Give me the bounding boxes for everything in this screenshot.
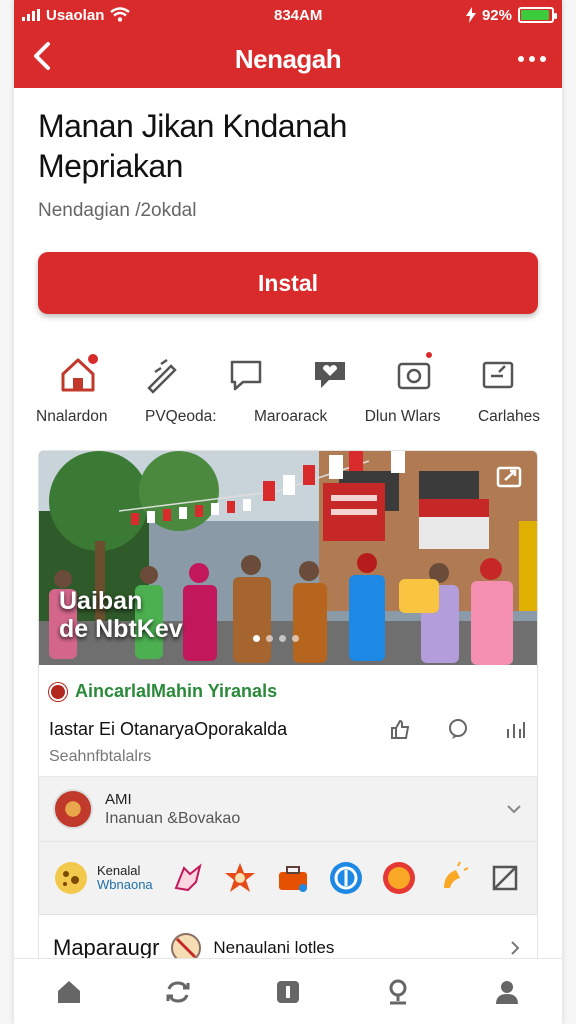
carousel-dots[interactable] (253, 635, 299, 642)
home-tab-icon[interactable] (54, 977, 84, 1007)
footer-text: Nenaulani lotles (213, 938, 335, 957)
carousel-dot[interactable] (253, 635, 260, 642)
carousel-dot[interactable] (279, 635, 286, 642)
back-arrow-icon (34, 42, 50, 70)
source-logo-icon (49, 682, 67, 701)
expand-icon[interactable] (495, 463, 523, 491)
app-subtitle: Nendagian /2okdal (38, 200, 197, 221)
action-label-heart: Dlun Wlars (364, 408, 441, 425)
action-label-home: Nnalardon (36, 408, 108, 425)
status-left: Usaolan (22, 6, 131, 24)
hero-caption: Uaiban de NbtKev (59, 587, 183, 643)
status-time: 834AM (273, 6, 323, 24)
share-icon[interactable] (505, 718, 527, 740)
chevron-right-icon[interactable] (507, 940, 523, 956)
page-title: Nenagah (234, 43, 342, 74)
gold-circle-icon[interactable] (381, 860, 417, 896)
action-chat[interactable] (204, 354, 288, 396)
app-screen: Usaolan 834AM 92% Nenagah Manan Jikan Kn… (14, 0, 562, 1024)
chevron-down-icon[interactable] (505, 800, 523, 818)
tool-first[interactable]: Kenalal Wbnaona (53, 860, 153, 896)
comment-icon[interactable] (447, 718, 469, 740)
status-right: 92% (465, 6, 557, 24)
hero-caption-line2: de NbtKev (59, 615, 183, 643)
camera-badge (424, 350, 434, 360)
hand-icon (55, 862, 87, 894)
install-button[interactable]: Instal (38, 252, 538, 314)
blue-circle-icon[interactable] (328, 860, 364, 896)
user-info: AMI Inanuan &Bovakao (105, 791, 505, 828)
heart-speech-icon (315, 362, 345, 388)
avatar (53, 789, 93, 829)
action-pencil[interactable] (120, 354, 204, 396)
app-header: Manan Jikan Kndanah Mepriakan Nendagian … (14, 88, 562, 222)
action-edit[interactable] (456, 354, 540, 396)
post-source[interactable]: AincarlalMahin Yiranals (49, 681, 527, 702)
star-badge-icon[interactable] (222, 860, 258, 896)
hero-caption-line1: Uaiban (59, 587, 143, 615)
battery-icon (518, 7, 557, 23)
app-title-line1: Manan Jikan Kndanah (38, 108, 347, 144)
navigation-bar: Nenagah (14, 30, 562, 88)
top-bar: Usaolan 834AM 92% Nenagah (14, 0, 562, 88)
hero-image[interactable]: Uaiban de NbtKev (39, 451, 537, 665)
pencil-link-icon (147, 358, 177, 394)
post-source-name: AincarlalMahin Yiranals (75, 681, 278, 701)
battery-level (521, 10, 549, 20)
bottom-navigation (14, 958, 562, 1024)
user-name: AMI (105, 790, 132, 808)
content-card: Uaiban de NbtKev AincarlalMahin Yiranals… (38, 450, 538, 982)
sparkle-icon[interactable] (434, 860, 470, 896)
action-camera[interactable] (372, 350, 456, 396)
action-icons (14, 350, 562, 396)
carousel-dot[interactable] (292, 635, 299, 642)
refresh-tab-icon[interactable] (163, 977, 193, 1007)
notification-badge (86, 352, 100, 366)
post-section: AincarlalMahin Yiranals Iastar Ei Otanar… (39, 665, 537, 777)
like-icon[interactable] (389, 718, 411, 740)
hand-outline-icon[interactable] (170, 860, 206, 896)
tool-row: Kenalal Wbnaona (39, 842, 537, 915)
edit-box-icon (482, 361, 514, 389)
more-options-button[interactable] (506, 56, 546, 62)
post-text: Iastar Ei OtanaryaOporakalda (49, 718, 288, 739)
signal-icon (22, 9, 40, 21)
camera-badge-icon (397, 362, 431, 390)
post-row: Iastar Ei OtanaryaOporakalda (49, 718, 527, 740)
app-title: Manan Jikan Kndanah Mepriakan (38, 106, 538, 186)
carousel-dot[interactable] (266, 635, 273, 642)
user-row[interactable]: AMI Inanuan &Bovakao (39, 777, 537, 842)
chat-bubble-icon (230, 360, 262, 391)
user-role: Inanuan &Bovakao (105, 809, 241, 827)
action-labels: Nnalardon PVQeoda: Maroarack Dlun Wlars … (14, 408, 562, 426)
charging-icon (465, 7, 476, 23)
location-tab-icon[interactable] (383, 977, 413, 1007)
post-actions (389, 718, 527, 740)
tool-first-line2: Wbnaona (97, 877, 153, 892)
profile-tab-icon[interactable] (492, 977, 522, 1007)
action-home[interactable] (36, 352, 120, 396)
battery-percent: 92% (481, 6, 512, 24)
action-label-chat: Maroarack (254, 408, 328, 425)
tool-first-line1: Kenalal (97, 863, 141, 878)
action-label-camera: Carlahes (477, 408, 540, 425)
action-label-pencil: PVQeoda: (145, 408, 217, 425)
back-button[interactable] (30, 41, 70, 77)
wifi-icon (110, 7, 131, 22)
phone-frame: Usaolan 834AM 92% Nenagah Manan Jikan Kn… (0, 0, 576, 1024)
action-heart[interactable] (288, 354, 372, 396)
toolbox-icon[interactable] (275, 860, 311, 896)
app-title-line2: Mepriakan (38, 148, 183, 184)
crop-icon[interactable] (487, 860, 523, 896)
tool-first-text: Kenalal Wbnaona (97, 864, 153, 892)
post-meta: Seahnfbtalalrs (49, 748, 152, 765)
apps-tab-icon[interactable] (273, 977, 303, 1007)
status-bar: Usaolan 834AM 92% (14, 0, 562, 30)
carrier-name: Usaolan (46, 6, 105, 24)
